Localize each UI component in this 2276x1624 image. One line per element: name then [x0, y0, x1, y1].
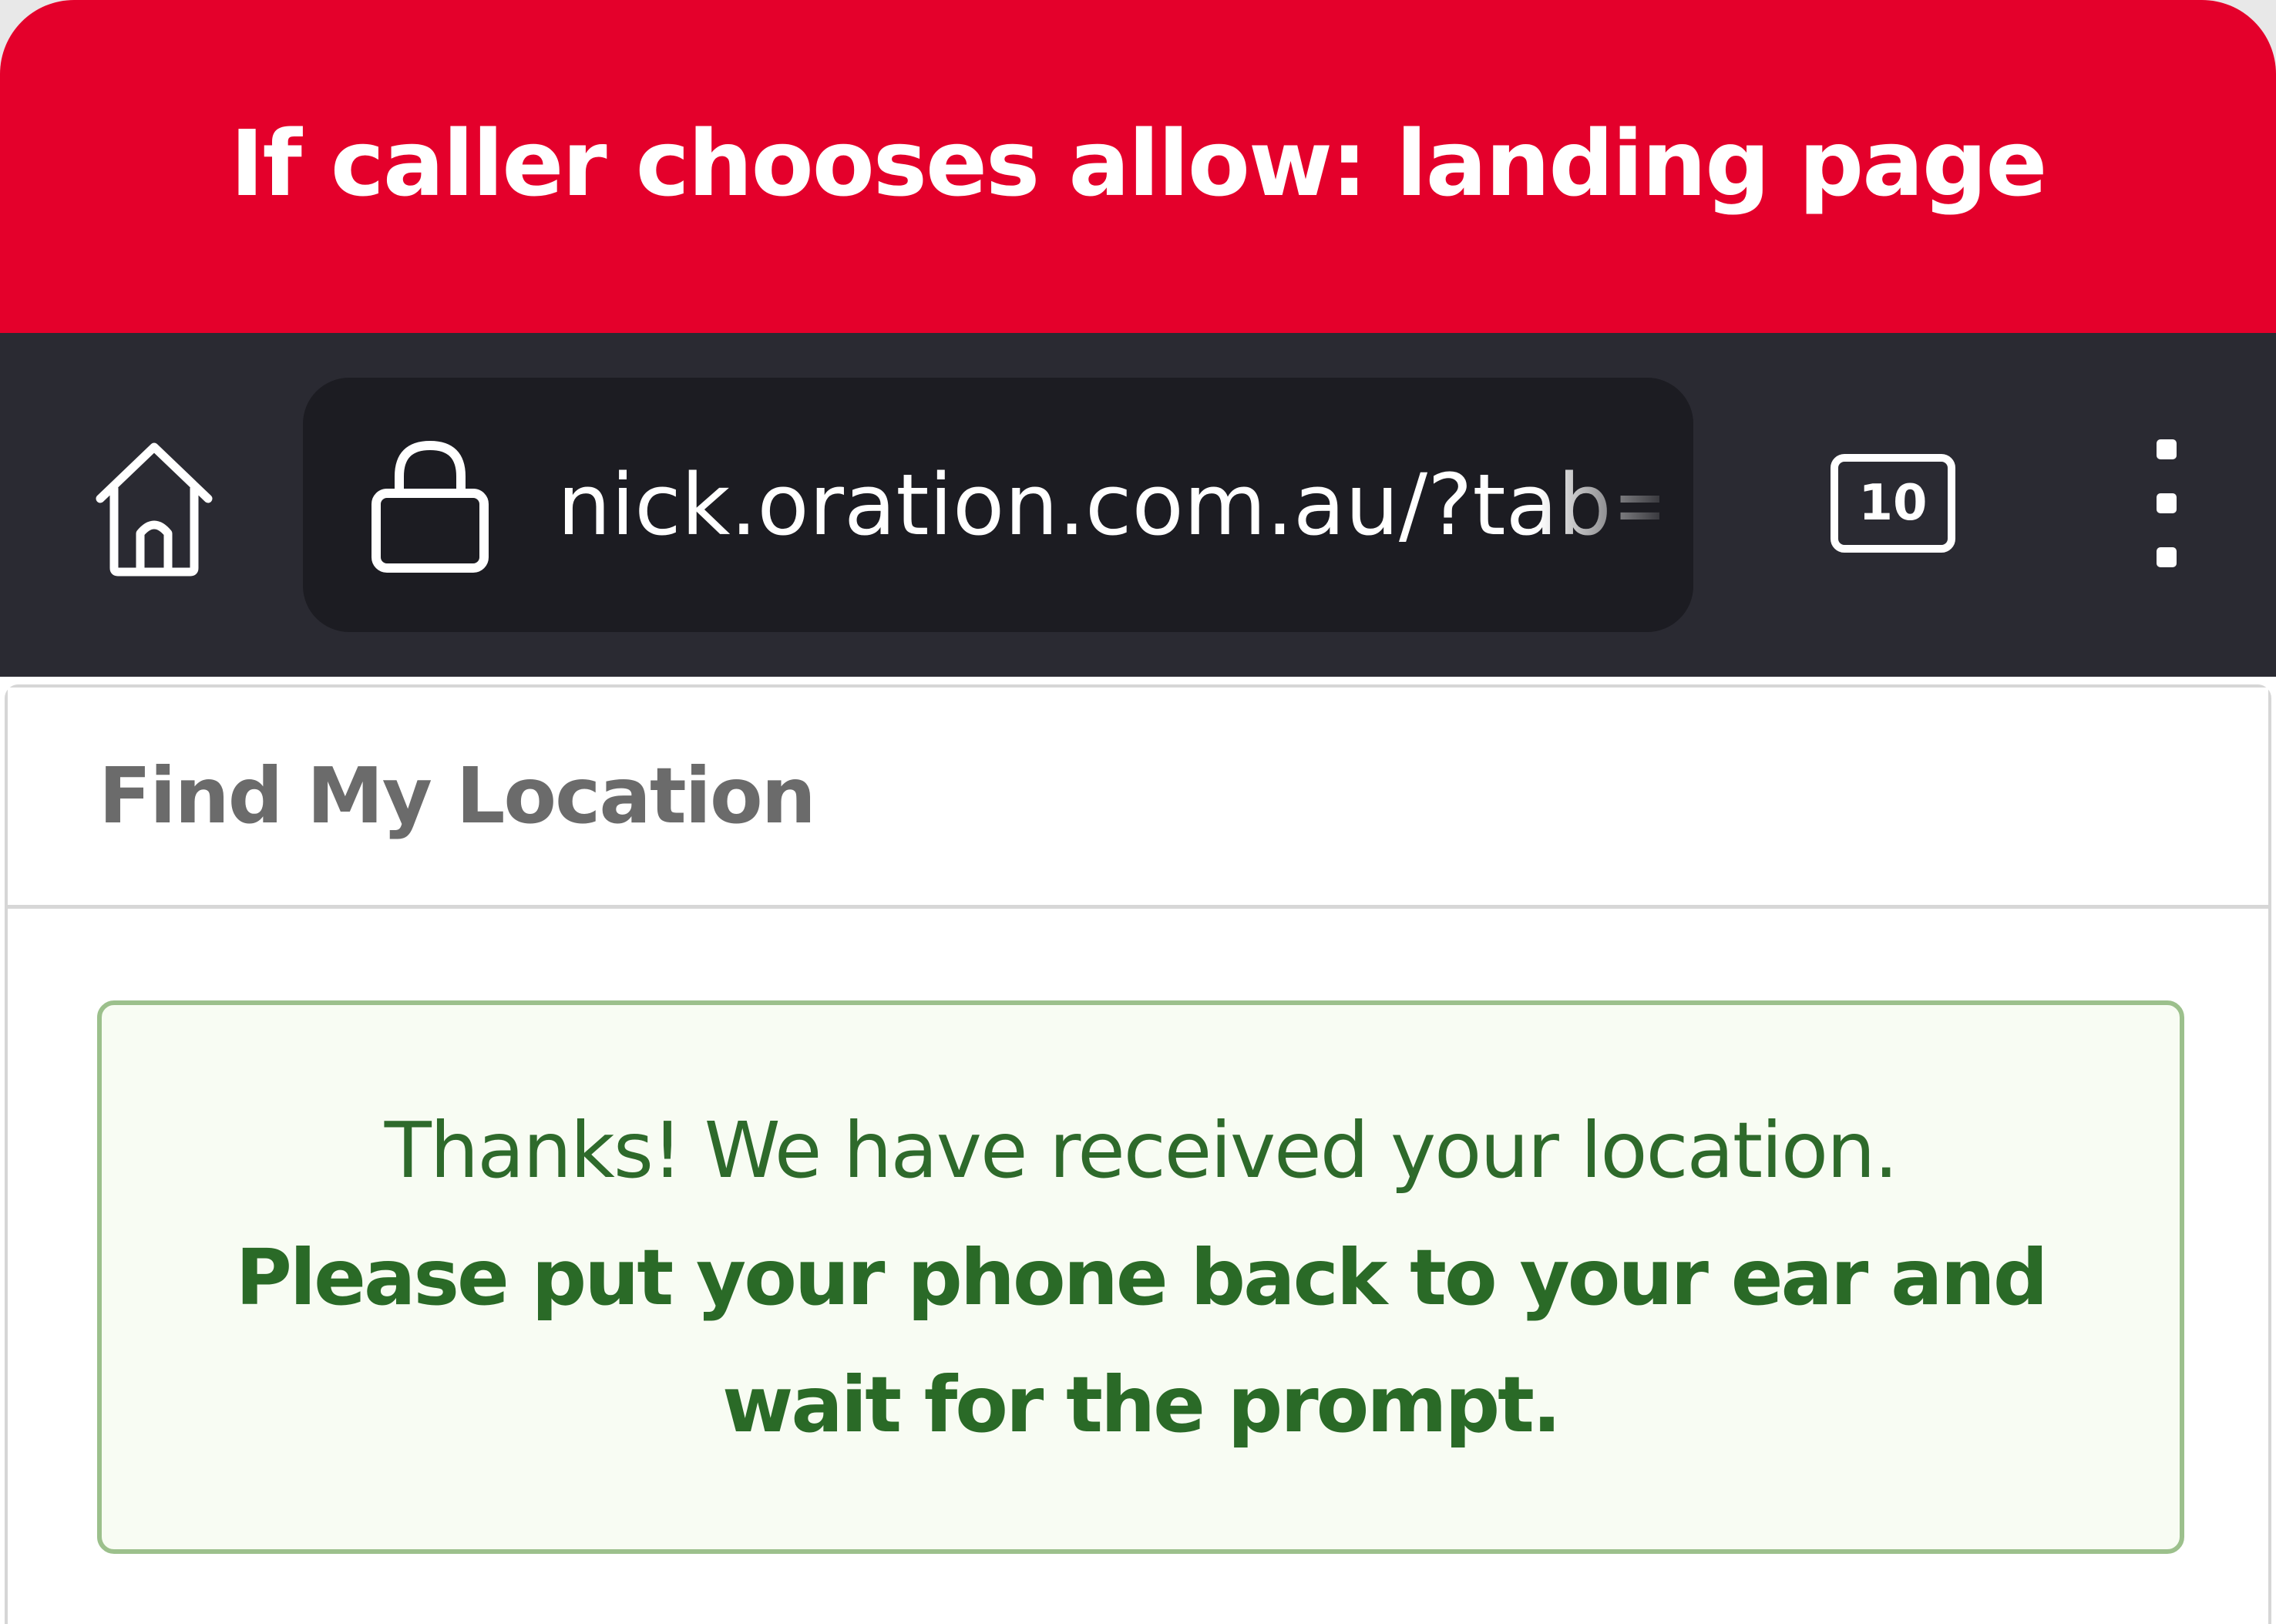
home-icon — [96, 442, 213, 577]
page-header: Find My Location — [8, 688, 2268, 909]
alert-instruction-text: Please put your phone back to your ear a… — [235, 1232, 2049, 1323]
alert-instruction-text-continued: wait for the prompt. — [722, 1360, 1562, 1450]
caption-banner: If caller chooses allow: landing page — [0, 0, 2276, 333]
alert-confirmation-text: Thanks! We have received your location. — [384, 1105, 1898, 1195]
more-vert-icon-dot — [2157, 493, 2177, 513]
address-bar[interactable]: nick.oration.com.au/?tab=l — [303, 378, 1693, 632]
more-vert-icon-dot — [2157, 547, 2177, 567]
web-page: Find My Location Thanks! We have receive… — [5, 684, 2271, 1624]
screenshot-frame: If caller chooses allow: landing page ni… — [0, 0, 2276, 1624]
more-options-button[interactable] — [2135, 439, 2197, 570]
tab-switcher-button[interactable]: 10 — [1831, 454, 1955, 553]
page-title: Find My Location — [99, 751, 816, 841]
home-button[interactable] — [77, 433, 231, 587]
browser-toolbar: nick.oration.com.au/?tab=l 10 — [0, 333, 2276, 677]
url-text[interactable]: nick.oration.com.au/?tab=l — [557, 378, 1659, 632]
more-vert-icon — [2157, 439, 2177, 459]
lock-icon — [371, 440, 489, 573]
success-alert: Thanks! We have received your location. … — [97, 1000, 2184, 1554]
url-fade — [1539, 378, 1693, 632]
caption-title: If caller chooses allow: landing page — [230, 110, 2048, 217]
